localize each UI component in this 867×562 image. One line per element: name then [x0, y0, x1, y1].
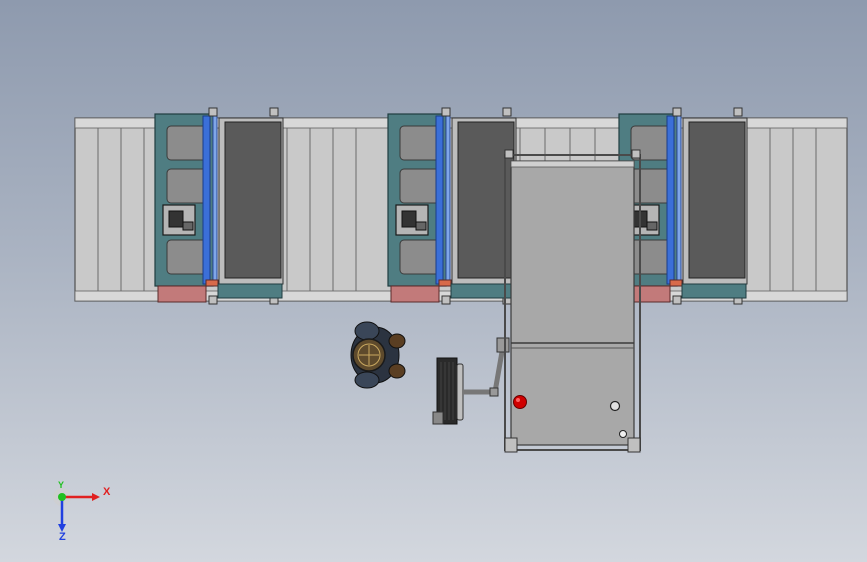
- x-axis-label: X: [103, 486, 111, 498]
- key-switch-icon: [619, 430, 627, 438]
- control-cabinet: [504, 149, 641, 453]
- z-axis-label: Z: [59, 531, 66, 543]
- y-axis-label: Y: [58, 480, 65, 490]
- work-station: [618, 107, 748, 305]
- operator-figure: [350, 321, 406, 389]
- axis-triad: [53, 488, 100, 532]
- keyboard-arm: [432, 337, 510, 425]
- emergency-stop-icon: [513, 395, 527, 409]
- work-station: [387, 107, 517, 305]
- work-station: [154, 107, 284, 305]
- indicator-light-icon: [609, 400, 621, 412]
- cad-drawing-canvas: [53, 107, 848, 532]
